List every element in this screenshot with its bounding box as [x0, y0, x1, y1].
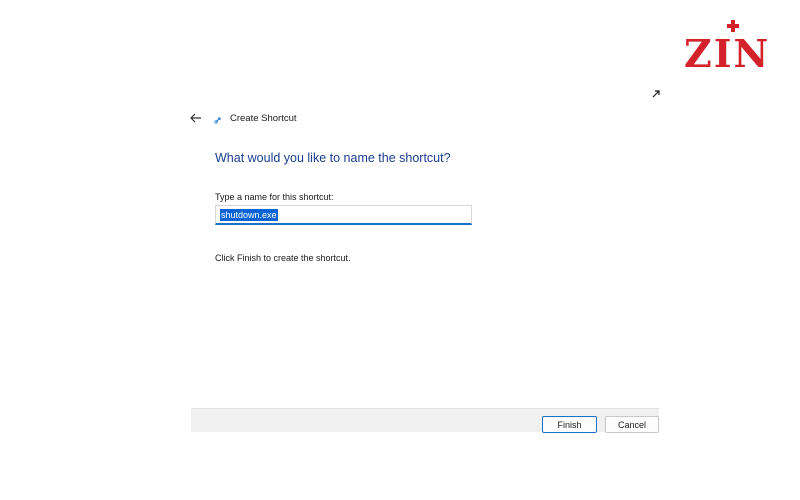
shortcut-name-label: Type a name for this shortcut:: [215, 192, 334, 202]
expand-arrow-icon[interactable]: [650, 88, 662, 100]
screen: ZIN Create Shortcut What would you like …: [0, 0, 800, 500]
shortcut-name-value: shutdown.exe: [220, 209, 278, 221]
shortcut-name-input[interactable]: shutdown.exe: [215, 205, 472, 225]
main-instruction: What would you like to name the shortcut…: [215, 151, 451, 165]
zin-logo: ZIN: [684, 20, 790, 74]
back-button[interactable]: [188, 110, 204, 126]
finish-hint: Click Finish to create the shortcut.: [215, 253, 351, 263]
window-title: Create Shortcut: [230, 113, 297, 124]
cancel-button[interactable]: Cancel: [605, 416, 659, 433]
logo-text: ZIN: [684, 31, 771, 76]
shortcut-wizard-icon: [213, 117, 221, 125]
finish-button[interactable]: Finish: [542, 416, 597, 433]
